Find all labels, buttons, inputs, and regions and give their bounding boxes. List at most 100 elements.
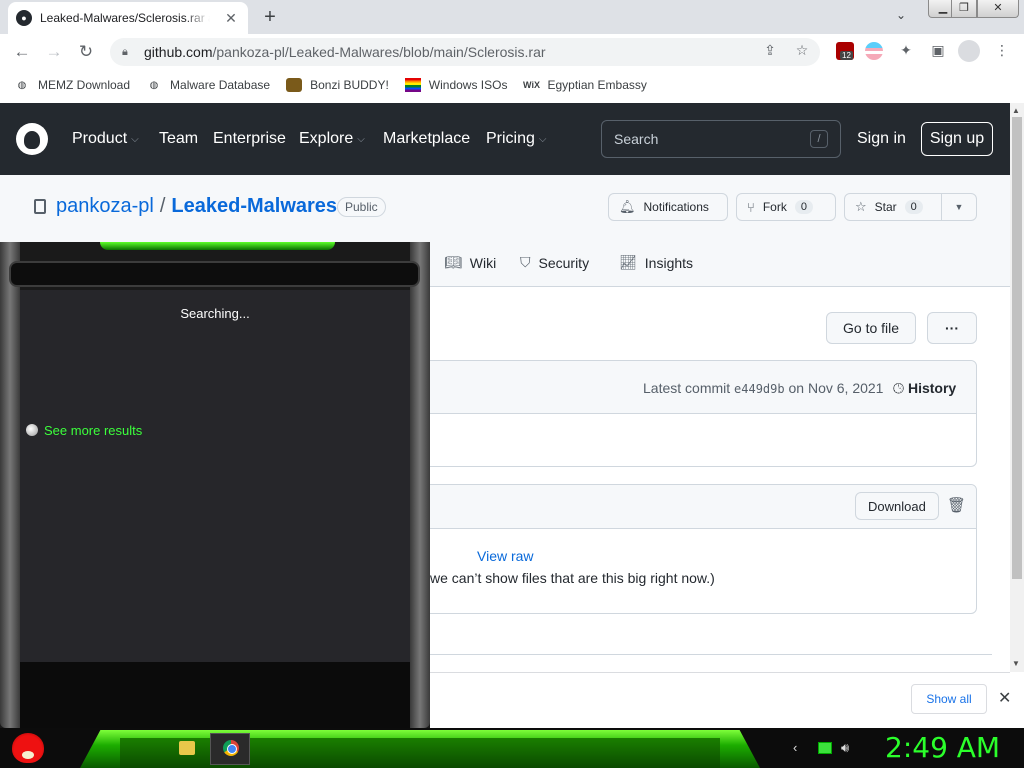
- shield-icon: ⛉: [520, 254, 531, 270]
- chevron-down-icon: ⌵: [131, 133, 139, 145]
- close-shelf-icon[interactable]: ✕: [998, 688, 1011, 708]
- nav-product[interactable]: Product ⌵: [72, 103, 139, 175]
- triangle-down-icon: ▼: [954, 202, 964, 212]
- history-link[interactable]: 🕒︎ History: [893, 380, 956, 397]
- bookmark-label: MEMZ Download: [38, 78, 131, 92]
- bookmark-label: Egyptian Embassy: [547, 78, 647, 92]
- tab-search-chevron-icon[interactable]: ⌄: [896, 8, 906, 22]
- footer-divider: [430, 654, 992, 655]
- download-button[interactable]: Download: [855, 492, 939, 520]
- nav-team[interactable]: Team: [159, 103, 198, 175]
- tab-close-icon[interactable]: ✕: [222, 10, 240, 27]
- searching-status: Searching...: [180, 306, 250, 321]
- restore-button[interactable]: ❐: [951, 0, 977, 18]
- start-button[interactable]: [8, 729, 48, 767]
- taskbar-clock[interactable]: 2:49 AM: [885, 731, 1000, 764]
- bonzi-icon: [286, 78, 303, 92]
- browser-tab[interactable]: ● Leaked-Malwares/Sclerosis.rar at main …: [8, 2, 248, 34]
- share-icon[interactable]: ⇪: [760, 42, 780, 59]
- search-placeholder: Search: [614, 131, 659, 147]
- panel-footer: [20, 662, 410, 728]
- star-dropdown-button[interactable]: ▼: [941, 193, 977, 221]
- go-to-file-button[interactable]: Go to file: [826, 312, 917, 344]
- bookmark-malware-database[interactable]: ◍ Malware Database: [146, 78, 270, 92]
- star-icon: ☆: [855, 199, 867, 214]
- explorer-folder-icon[interactable]: [179, 741, 195, 755]
- start-search-panel: Searching...: [0, 242, 430, 728]
- extensions-puzzle-icon[interactable]: ✦: [896, 42, 916, 59]
- nav-explore[interactable]: Explore ⌵: [299, 103, 365, 175]
- show-all-button[interactable]: Show all: [911, 684, 987, 714]
- fork-count: 0: [794, 200, 813, 214]
- trash-icon[interactable]: 🗑︎: [947, 496, 966, 514]
- lock-icon: 🔒︎: [122, 45, 128, 58]
- close-window-button[interactable]: ✕: [977, 0, 1019, 18]
- bookmark-label: Windows ISOs: [428, 78, 508, 92]
- file-too-big-message: we can’t show files that are this big ri…: [430, 570, 715, 586]
- search-bulb-icon: [26, 424, 38, 436]
- globe-icon: ◍: [149, 79, 159, 91]
- search-results-area: [20, 290, 410, 662]
- repo-icon: [34, 199, 46, 214]
- fork-icon: ⑂: [747, 199, 755, 215]
- star-button[interactable]: ☆ Star 0: [844, 193, 942, 221]
- bookmark-bonzi[interactable]: Bonzi BUDDY!: [286, 78, 389, 92]
- network-icon[interactable]: [818, 742, 832, 754]
- panel-top-glow: [100, 242, 335, 250]
- scrollbar-thumb[interactable]: [1012, 117, 1022, 579]
- forward-arrow-icon[interactable]: →: [44, 42, 64, 62]
- scroll-down-arrow-icon[interactable]: ▼: [1012, 659, 1020, 668]
- menu-kebab-icon[interactable]: ⋮: [992, 42, 1012, 59]
- sign-up-button[interactable]: Sign up: [921, 122, 993, 156]
- tab-title: Leaked-Malwares/Sclerosis.rar at main · …: [40, 11, 210, 25]
- visibility-badge: Public: [337, 197, 386, 217]
- repo-title: pankoza-pl / Leaked-Malwares: [56, 195, 338, 217]
- fork-button[interactable]: ⑂ Fork 0: [736, 193, 836, 221]
- volume-icon[interactable]: 🔊︎: [841, 740, 849, 756]
- repo-owner-link[interactable]: pankoza-pl: [56, 195, 154, 217]
- nav-marketplace[interactable]: Marketplace: [383, 103, 470, 175]
- chevron-down-icon: ⌵: [538, 133, 547, 145]
- bookmark-egyptian-embassy[interactable]: WiX Egyptian Embassy: [523, 78, 647, 92]
- bookmark-star-icon[interactable]: ☆: [792, 42, 812, 59]
- repo-name-link[interactable]: Leaked-Malwares: [171, 195, 337, 217]
- side-panel-icon[interactable]: ▣: [928, 42, 948, 59]
- commit-sha-link[interactable]: e449d9b: [734, 382, 785, 396]
- sign-in-link[interactable]: Sign in: [857, 130, 906, 148]
- chrome-icon: [223, 740, 239, 756]
- bookmark-windows-isos[interactable]: Windows ISOs: [404, 78, 508, 92]
- extension-shield-icon[interactable]: 12: [836, 42, 854, 60]
- bookmark-memz[interactable]: ◍ MEMZ Download: [14, 78, 130, 92]
- url-text: github.com/pankoza-pl/Leaked-Malwares/bl…: [144, 44, 546, 60]
- angry-bird-start-icon: [12, 733, 44, 763]
- more-options-button[interactable]: ···: [927, 312, 977, 344]
- reload-icon[interactable]: ↻: [76, 42, 96, 62]
- scroll-up-arrow-icon[interactable]: ▲: [1012, 106, 1020, 115]
- view-raw-link[interactable]: View raw: [477, 548, 534, 564]
- search-shortcut-key: /: [810, 130, 828, 148]
- github-search-input[interactable]: Search /: [601, 120, 841, 158]
- back-arrow-icon[interactable]: ←: [12, 42, 32, 62]
- bookmarks-bar: ◍ MEMZ Download ◍ Malware Database Bonzi…: [0, 70, 1024, 100]
- bookmark-label: Malware Database: [170, 78, 271, 92]
- clock-icon: 🕒︎: [893, 380, 905, 396]
- see-more-results-link[interactable]: See more results: [44, 423, 142, 438]
- tray-overflow-icon[interactable]: ‹: [793, 740, 797, 755]
- profile-avatar-icon[interactable]: [958, 40, 980, 62]
- extension-flag-icon[interactable]: [865, 42, 883, 60]
- star-count: 0: [904, 200, 923, 214]
- globe-icon: ◍: [17, 79, 27, 91]
- windows-flag-icon: [404, 78, 421, 92]
- tab-insights[interactable]: 📈︎ Insights: [619, 254, 693, 271]
- nav-enterprise[interactable]: Enterprise: [213, 103, 286, 175]
- tab-wiki[interactable]: 📖︎ Wiki: [444, 254, 496, 271]
- new-tab-button[interactable]: +: [258, 6, 282, 29]
- github-logo-icon[interactable]: [16, 123, 48, 155]
- notifications-button[interactable]: 🔔︎ Notifications: [608, 193, 728, 221]
- nav-pricing[interactable]: Pricing ⌵: [486, 103, 547, 175]
- wix-icon: WiX: [523, 80, 540, 90]
- address-bar[interactable]: 🔒︎ github.com/pankoza-pl/Leaked-Malwares…: [110, 38, 820, 66]
- start-search-input[interactable]: [9, 261, 420, 287]
- page-scrollbar[interactable]: ▲ ▼: [1010, 103, 1024, 672]
- tab-security[interactable]: ⛉ Security: [520, 254, 589, 271]
